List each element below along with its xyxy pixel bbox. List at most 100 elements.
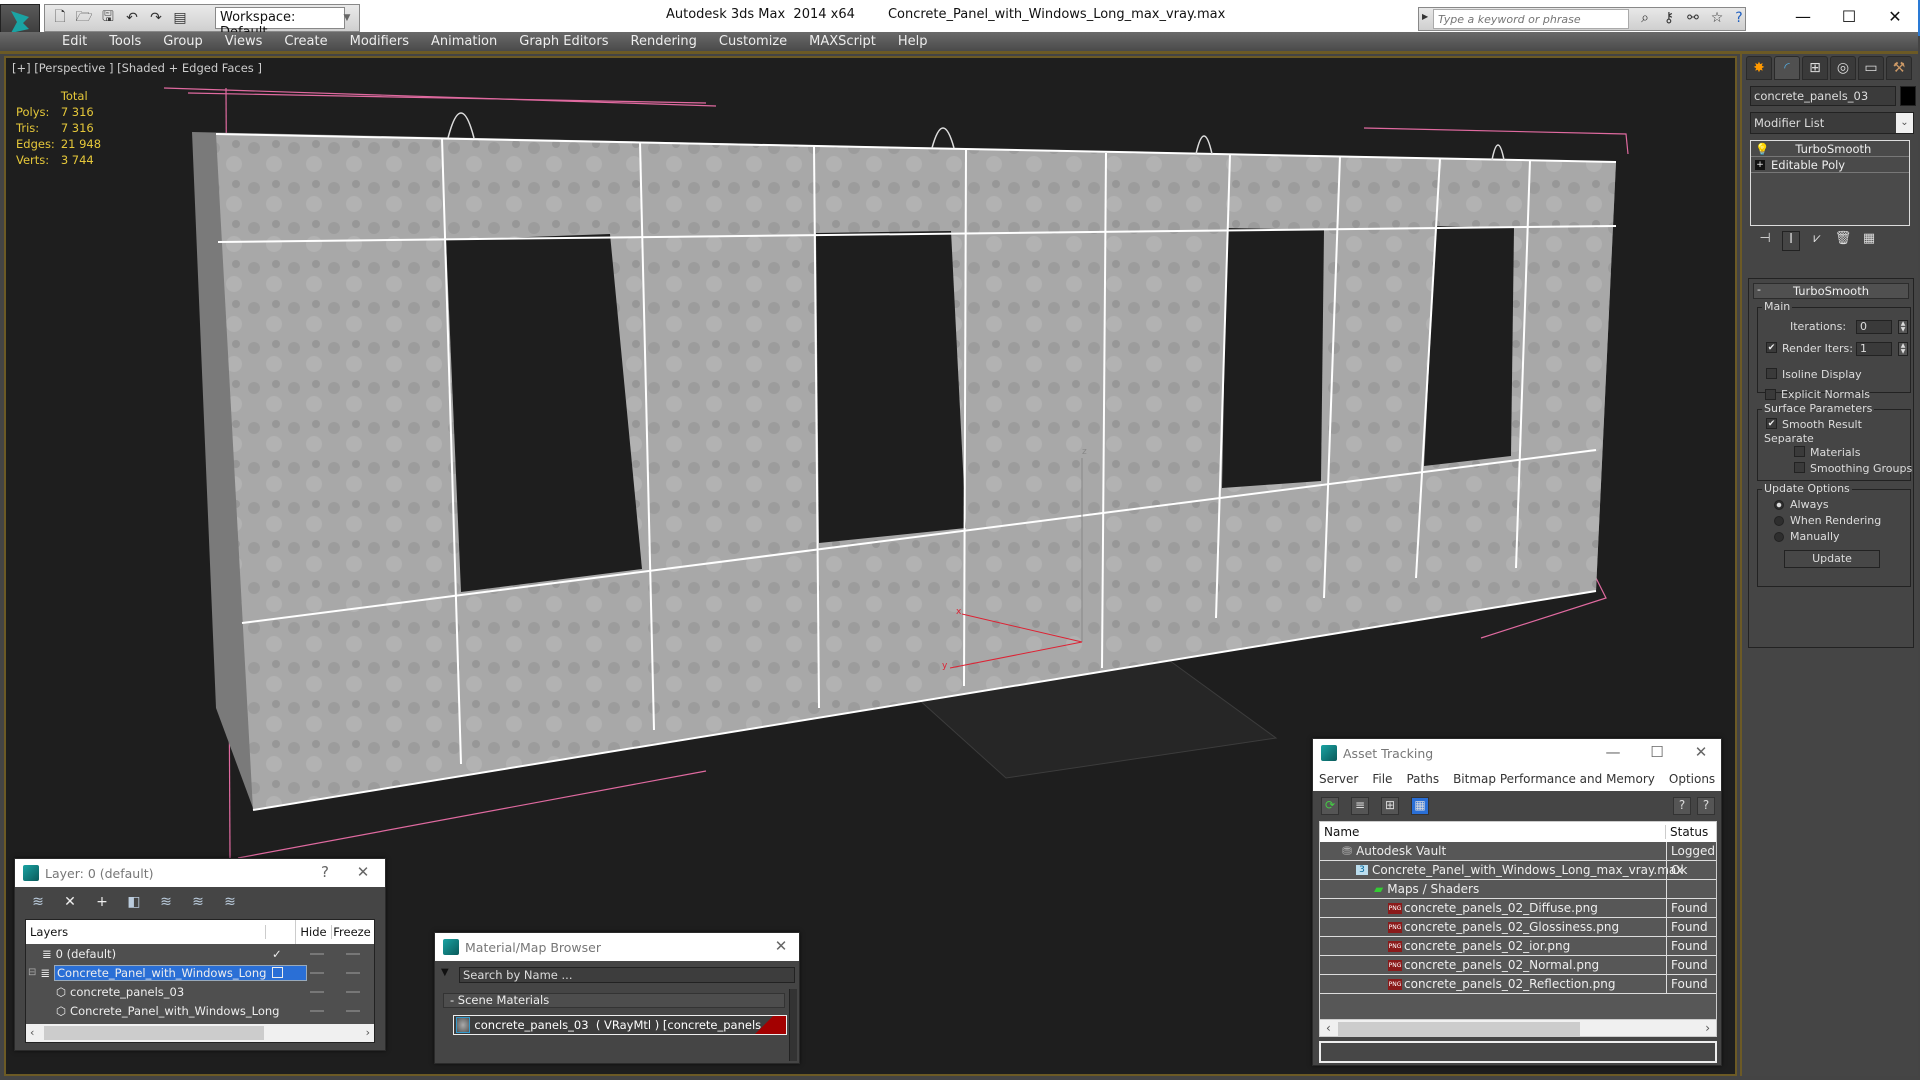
freeze-toggle[interactable] <box>346 972 360 974</box>
column-header-freeze[interactable]: Freeze <box>332 925 372 939</box>
viewport-label[interactable]: [+] [Perspective ] [Shaded + Edged Faces… <box>12 61 262 75</box>
dialog-title-bar[interactable]: Material/Map Browser ✕ <box>435 933 799 961</box>
set-current-checkbox[interactable] <box>272 967 283 978</box>
dialog-title-bar[interactable]: Asset Tracking — ☐ ✕ <box>1313 739 1721 767</box>
chevron-down-icon[interactable]: ⌄ <box>1896 113 1913 133</box>
spinner-arrows-icon[interactable]: ▲ ▼ <box>1898 342 1908 356</box>
menu-edit[interactable]: Edit <box>52 32 99 51</box>
scrollbar-thumb[interactable] <box>1338 1022 1580 1036</box>
chevron-down-icon[interactable]: ▼ <box>335 7 359 29</box>
column-header-hide[interactable]: Hide <box>296 925 332 939</box>
scroll-left-icon[interactable]: ‹ <box>1326 1021 1331 1035</box>
update-when-rendering-radio[interactable] <box>1774 516 1784 526</box>
menu-views[interactable]: Views <box>215 32 275 51</box>
hide-toggle[interactable] <box>310 991 324 993</box>
utilities-tab-icon[interactable]: ⚒ <box>1886 56 1912 80</box>
close-button[interactable]: ✕ <box>1872 4 1918 30</box>
close-button[interactable]: ✕ <box>353 863 373 881</box>
hide-all-icon[interactable]: ≋ <box>189 894 207 910</box>
asset-row[interactable]: PNG concrete_panels_02_ior.png Found <box>1320 937 1716 956</box>
stack-item-turbosmooth[interactable]: 💡 TurboSmooth <box>1751 141 1909 157</box>
asset-row[interactable]: ▰ Maps / Shaders <box>1320 880 1716 899</box>
star-icon[interactable]: ☆ <box>1707 10 1727 30</box>
scroll-right-icon[interactable]: › <box>366 1026 370 1039</box>
asset-path-field[interactable] <box>1319 1041 1717 1063</box>
table-view-icon[interactable]: ▦ <box>1411 797 1429 815</box>
separate-smoothing-groups-checkbox[interactable] <box>1794 462 1805 473</box>
hide-toggle[interactable] <box>310 972 324 974</box>
key-icon[interactable]: ⚷ <box>1659 10 1679 30</box>
menu-maxscript[interactable]: MAXScript <box>799 32 888 51</box>
menu-graph-editors[interactable]: Graph Editors <box>509 32 620 51</box>
material-search-input[interactable]: Search by Name ... <box>459 967 795 983</box>
undo-icon[interactable]: ↶ <box>123 9 141 27</box>
menu-modifiers[interactable]: Modifiers <box>340 32 421 51</box>
column-header-name[interactable]: Name <box>1320 825 1666 839</box>
add-to-layer-icon[interactable]: + <box>93 894 111 910</box>
object-name-field[interactable]: concrete_panels_03 <box>1750 86 1896 106</box>
menu-create[interactable]: Create <box>274 32 339 51</box>
column-header-status[interactable]: Status <box>1666 825 1708 839</box>
menu-help[interactable]: Help <box>888 32 940 51</box>
expand-arrow-icon[interactable]: ▶ <box>1422 12 1428 21</box>
create-layer-icon[interactable]: ≋ <box>29 894 47 910</box>
update-button[interactable]: Update <box>1784 550 1880 568</box>
hide-toggle[interactable] <box>310 953 324 955</box>
horizontal-scrollbar[interactable]: ‹ › <box>1319 1019 1717 1037</box>
spinner-arrows-icon[interactable]: ▲ ▼ <box>1898 320 1908 334</box>
stack-item-editable-poly[interactable]: + Editable Poly <box>1751 157 1909 173</box>
asset-row[interactable]: PNG concrete_panels_02_Reflection.png Fo… <box>1320 975 1716 994</box>
select-objects-icon[interactable]: ◧ <box>125 894 143 910</box>
object-row[interactable]: ⬡ concrete_panels_03 <box>26 982 374 1001</box>
project-folder-icon[interactable]: ▤ <box>171 9 189 27</box>
layer-row[interactable]: ≣ 0 (default) ✓ <box>26 944 374 963</box>
object-row[interactable]: ⬡ Concrete_Panel_with_Windows_Long <box>26 1001 374 1020</box>
scrollbar-thumb[interactable] <box>44 1026 264 1040</box>
render-iters-checkbox[interactable]: ✔ <box>1766 342 1777 353</box>
horizontal-scrollbar[interactable]: ‹ › <box>26 1024 374 1042</box>
help-icon[interactable]: ? <box>1697 797 1715 815</box>
column-header-layers[interactable]: Layers <box>26 925 266 939</box>
vault-help-icon[interactable]: ? <box>1673 797 1691 815</box>
help-icon[interactable]: ? <box>1729 10 1749 30</box>
menu-options[interactable]: Options <box>1669 772 1715 786</box>
menu-bitmap-performance[interactable]: Bitmap Performance and Memory <box>1453 772 1655 786</box>
open-file-icon[interactable]: 🗁 <box>75 9 93 27</box>
scroll-left-icon[interactable]: ‹ <box>30 1026 34 1039</box>
binoculars-icon[interactable]: ⌕ <box>1635 10 1655 30</box>
highlight-layers-icon[interactable]: ≋ <box>157 894 175 910</box>
hide-toggle[interactable] <box>310 1010 324 1012</box>
dialog-title-bar[interactable]: Layer: 0 (default) ? ✕ <box>15 859 385 887</box>
menu-customize[interactable]: Customize <box>709 32 799 51</box>
scene-materials-section[interactable]: - Scene Materials <box>443 993 785 1008</box>
tree-view-icon[interactable]: ⊞ <box>1381 797 1399 815</box>
options-menu-icon[interactable]: ▼ <box>441 967 449 978</box>
keyword-search-input[interactable] <box>1433 9 1629 29</box>
satellite-icon[interactable]: ⚯ <box>1683 10 1703 30</box>
asset-row[interactable]: PNG concrete_panels_02_Normal.png Found <box>1320 956 1716 975</box>
freeze-all-icon[interactable]: ≋ <box>221 894 239 910</box>
menu-animation[interactable]: Animation <box>421 32 509 51</box>
redo-icon[interactable]: ↷ <box>147 9 165 27</box>
collapse-icon[interactable]: - <box>1757 283 1761 296</box>
iterations-spinner[interactable]: 0 <box>1856 320 1892 334</box>
save-icon[interactable]: 🖫 <box>99 9 117 27</box>
column-header-current[interactable] <box>266 920 296 944</box>
render-iters-spinner[interactable]: 1 <box>1856 342 1892 356</box>
create-tab-icon[interactable]: ✸ <box>1746 56 1772 80</box>
modifier-list-dropdown[interactable]: Modifier List <box>1750 112 1914 134</box>
minimize-button[interactable]: — <box>1603 743 1623 761</box>
menu-paths[interactable]: Paths <box>1406 772 1439 786</box>
motion-tab-icon[interactable]: ◎ <box>1830 56 1856 80</box>
hierarchy-tab-icon[interactable]: ⊞ <box>1802 56 1828 80</box>
menu-tools[interactable]: Tools <box>99 32 153 51</box>
menu-rendering[interactable]: Rendering <box>621 32 709 51</box>
scroll-right-icon[interactable]: › <box>1705 1021 1710 1035</box>
help-button[interactable]: ? <box>315 863 335 881</box>
asset-row[interactable]: ⛃ Autodesk Vault Logged C <box>1320 842 1716 861</box>
collapse-icon[interactable]: ⊟ <box>28 967 36 978</box>
asset-row[interactable]: PNG concrete_panels_02_Diffuse.png Found <box>1320 899 1716 918</box>
expand-plus-icon[interactable]: + <box>1755 159 1765 170</box>
minimize-button[interactable]: — <box>1780 4 1826 30</box>
menu-file[interactable]: File <box>1372 772 1392 786</box>
